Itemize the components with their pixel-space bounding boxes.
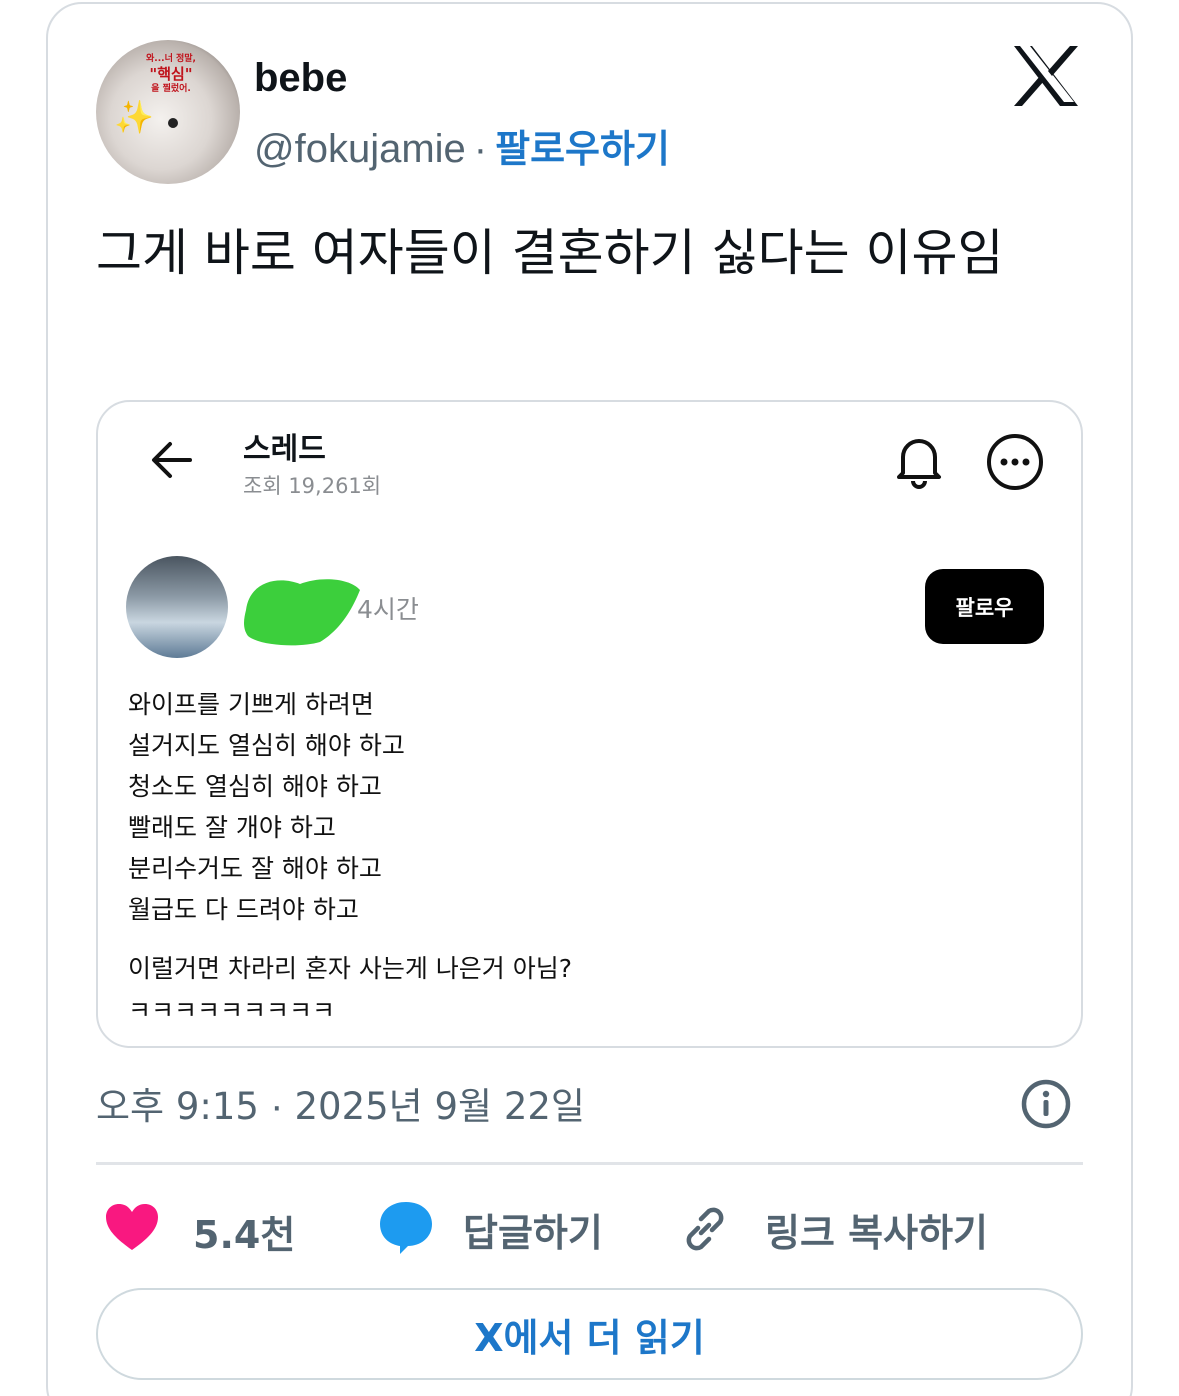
avatar-caption-line2: "핵심" — [149, 65, 193, 84]
avatar-caption: 와...너 정말, "핵심" 을 찔렀어. — [126, 54, 216, 95]
thread-views: 조회 19,261회 — [243, 474, 382, 498]
censor-scribble — [244, 579, 360, 646]
x-logo-icon[interactable] — [1012, 44, 1080, 108]
thread-laugh: ㅋㅋㅋㅋㅋㅋㅋㅋㅋ — [128, 996, 336, 1018]
thread-line: 월급도 다 드려야 하고 — [128, 895, 359, 924]
thread-follow-button: 팔로우 — [925, 569, 1044, 644]
timestamp-date: 2025년 9월 22일 — [294, 1085, 585, 1128]
thread-line: 설거지도 열심히 해야 하고 — [128, 731, 405, 760]
avatar-caption-line3: 을 찔렀어. — [151, 84, 191, 94]
link-icon[interactable] — [678, 1202, 732, 1256]
thread-line: 청소도 열심히 해야 하고 — [128, 772, 382, 801]
thread-line: 와이프를 기쁘게 하려면 — [128, 690, 374, 719]
thread-question: 이럴거면 차라리 혼자 사는게 나은거 아님? — [128, 954, 573, 983]
follow-link[interactable]: 팔로우하기 — [495, 127, 670, 171]
avatar-caption-line1: 와...너 정말, — [146, 54, 196, 64]
thread-title: 스레드 — [243, 432, 326, 467]
back-arrow-icon — [152, 442, 192, 478]
thread-line: 분리수거도 잘 해야 하고 — [128, 854, 382, 883]
author-handle[interactable]: @fokujamie — [254, 127, 466, 171]
more-icon — [987, 434, 1043, 490]
tweet-timestamp[interactable]: 오후 9:15 · 2025년 9월 22일 — [96, 1076, 585, 1130]
copy-link-button[interactable]: 링크 복사하기 — [765, 1202, 988, 1257]
divider — [96, 1162, 1083, 1165]
author-display-name[interactable]: bebe — [254, 56, 347, 101]
sparkle-icon: ✨ — [114, 98, 154, 136]
author-avatar[interactable]: 와...너 정말, "핵심" 을 찔렀어. ✨ — [96, 40, 240, 184]
handle-separator: · — [473, 127, 488, 171]
thread-time-ago: 4시간 — [357, 595, 419, 624]
author-handle-row: @fokujamie · 팔로우하기 — [254, 118, 670, 173]
read-more-button[interactable]: X에서 더 읽기 — [96, 1288, 1083, 1380]
reply-button[interactable]: 답글하기 — [463, 1202, 603, 1257]
thread-line: 빨래도 잘 개야 하고 — [128, 813, 336, 842]
thread-body: 와이프를 기쁘게 하려면 설거지도 열심히 해야 하고 청소도 열심히 해야 하… — [128, 684, 405, 930]
timestamp-time: 오후 9:15 — [96, 1085, 259, 1128]
info-icon[interactable] — [1020, 1078, 1072, 1130]
avatar-dot — [168, 118, 178, 128]
heart-icon[interactable] — [104, 1202, 160, 1252]
timestamp-separator: · — [270, 1084, 284, 1128]
thread-author-avatar — [126, 556, 228, 658]
bell-icon — [897, 439, 941, 489]
like-count[interactable]: 5.4천 — [193, 1204, 295, 1259]
reply-bubble-icon[interactable] — [378, 1200, 434, 1254]
tweet-text: 그게 바로 여자들이 결혼하기 싫다는 이유임 — [96, 224, 1004, 282]
